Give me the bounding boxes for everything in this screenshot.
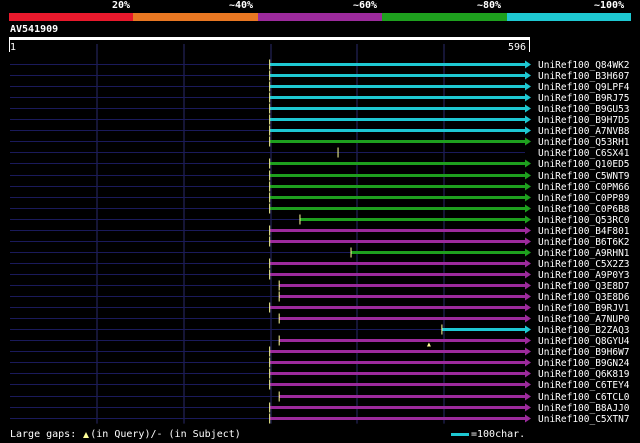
hit-arrow: [525, 414, 531, 423]
hit-label: UniRef100_Q10ED5: [538, 159, 630, 170]
hit-label: UniRef100_B4F801: [538, 226, 630, 237]
hit-arrow: [525, 226, 531, 235]
scale-legend: =100char.: [451, 429, 525, 441]
hit-label: UniRef100_A9RHN1: [538, 248, 630, 259]
hit-arrow: [525, 358, 531, 367]
hit-arrow: [525, 137, 531, 146]
hit-label: UniRef100_A7NUP0: [538, 314, 630, 325]
hit-arrow: [525, 314, 531, 323]
gap-triangle-icon: [83, 432, 90, 438]
hit-label: UniRef100_B6T6K2: [538, 237, 630, 248]
hit-label: UniRef100_C5WNT9: [538, 171, 630, 182]
hit-arrow: [525, 193, 531, 202]
gaps-legend: Large gaps: (in Query)/- (in Subject): [10, 429, 241, 441]
hit-label: UniRef100_C0P6B8: [538, 204, 630, 215]
hit-label: UniRef100_Q3E8D6: [538, 292, 630, 303]
hit-arrow: [525, 347, 531, 356]
gap-marker: [426, 342, 431, 347]
hit-arrow: [525, 270, 531, 279]
hit-arrow: [525, 60, 531, 69]
hit-arrow: [525, 82, 531, 91]
gaps-suffix: (in Query)/- (in Subject): [90, 429, 241, 440]
hit-label: UniRef100_Q6K819: [538, 369, 630, 380]
hit-arrow: [525, 281, 531, 290]
hit-arrow: [525, 403, 531, 412]
hit-arrow: [525, 380, 531, 389]
hit-label: UniRef100_B3H607: [538, 71, 630, 82]
hit-arrow: [525, 204, 531, 213]
hit-label: UniRef100_B2ZAQ3: [538, 325, 630, 336]
hit-label: UniRef100_C0PP89: [538, 193, 630, 204]
hit-label: UniRef100_A9P0Y3: [538, 270, 630, 281]
hit-arrow: [525, 369, 531, 378]
alignment-chart: UniRef100_Q84WK2UniRef100_B3H607UniRef10…: [10, 44, 630, 425]
hit-label: UniRef100_B9H7D5: [538, 115, 630, 126]
hit-label: UniRef100_C5X2Z3: [538, 259, 630, 270]
hit-arrow: [525, 126, 531, 135]
hit-label: UniRef100_C0PM66: [538, 182, 630, 193]
hit-arrow: [525, 248, 531, 257]
hit-arrow: [525, 325, 531, 334]
hit-label: UniRef100_C6TEY4: [538, 380, 630, 391]
hit-label: UniRef100_Q84WK2: [538, 60, 630, 71]
hit-arrow: [525, 159, 531, 168]
hit-arrow: [525, 303, 531, 312]
hit-arrow: [525, 237, 531, 246]
hit-arrow: [525, 171, 531, 180]
gaps-prefix: Large gaps:: [10, 429, 77, 440]
hit-label: UniRef100_C6SX41: [538, 148, 630, 159]
hit-arrow: [525, 115, 531, 124]
hit-label: UniRef100_B9GU53: [538, 104, 630, 115]
hit-label: UniRef100_A7NVB8: [538, 126, 630, 137]
hit-arrow: [525, 71, 531, 80]
hit-arrow: [525, 93, 531, 102]
scale-swatch: [451, 432, 469, 436]
hit-arrow: [525, 292, 531, 301]
hit-label: UniRef100_B9GN24: [538, 358, 630, 369]
hit-label: UniRef100_Q53RH1: [538, 137, 630, 148]
hit-label: UniRef100_Q3E8D7: [538, 281, 630, 292]
hit-label: UniRef100_B9RJV1: [538, 303, 630, 314]
hit-label: UniRef100_B9H6W7: [538, 347, 630, 358]
hit-arrow: [525, 182, 531, 191]
hit-arrow: [525, 104, 531, 113]
hit-label: UniRef100_Q53RC0: [538, 215, 630, 226]
hit-label: UniRef100_Q9LPF4: [538, 82, 630, 93]
hit-label: UniRef100_C6TCL0: [538, 392, 630, 403]
hit-label: UniRef100_B8AJJ0: [538, 403, 630, 414]
hit-arrow: [525, 215, 531, 224]
scale-label: =100char.: [471, 429, 526, 440]
hit-label: UniRef100_B9RJ75: [538, 93, 630, 104]
hit-arrow: [525, 392, 531, 401]
hit-label: UniRef100_Q8GYU4: [538, 336, 630, 347]
hit-arrow: [525, 259, 531, 268]
hit-label: UniRef100_C5XTN7: [538, 414, 630, 425]
hit-arrow: [525, 336, 531, 345]
